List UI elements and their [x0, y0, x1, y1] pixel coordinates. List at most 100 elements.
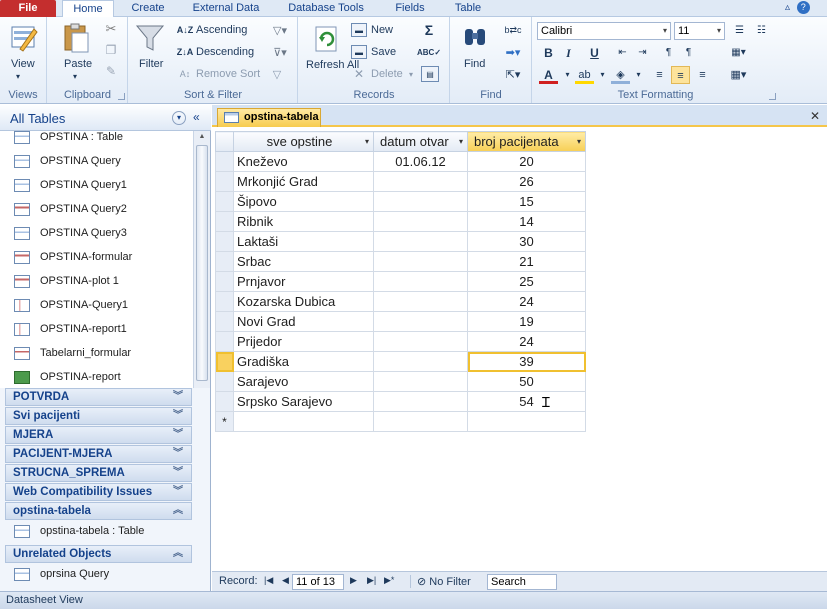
- delete-record-icon[interactable]: ✕: [351, 67, 367, 81]
- gridlines-icon[interactable]: ▦▾: [729, 44, 748, 62]
- row-selector[interactable]: [215, 251, 234, 272]
- cell-datum[interactable]: [373, 191, 468, 212]
- cell-datum[interactable]: [373, 351, 468, 372]
- tab-file[interactable]: File: [0, 0, 56, 17]
- new-record-marker[interactable]: *: [215, 411, 234, 432]
- totals-icon[interactable]: Σ: [421, 22, 437, 38]
- fill-color-dropdown[interactable]: ▾: [629, 66, 648, 84]
- cell-broj[interactable]: 19: [467, 311, 586, 332]
- cell-broj[interactable]: 15: [467, 191, 586, 212]
- rtl-icon[interactable]: ¶: [679, 44, 698, 62]
- table-row[interactable]: Prnjavor 25: [215, 271, 586, 292]
- cell-broj[interactable]: [467, 411, 586, 432]
- nav-item[interactable]: OPSTINA-report: [14, 367, 192, 388]
- cell-opstina[interactable]: Prijedor: [233, 331, 374, 352]
- cell-datum[interactable]: [373, 411, 468, 432]
- cell-datum[interactable]: [373, 231, 468, 252]
- select-icon[interactable]: ⇱▾: [501, 66, 525, 82]
- text-formatting-launcher-icon[interactable]: [769, 93, 776, 100]
- current-record-field[interactable]: 11 of 13: [292, 574, 344, 590]
- row-selector[interactable]: [215, 211, 234, 232]
- new-record-button[interactable]: New: [371, 24, 393, 36]
- table-row[interactable]: Mrkonjić Grad 26: [215, 171, 586, 192]
- spelling-icon[interactable]: ABC✓: [417, 44, 441, 60]
- nav-section-web-compatibility[interactable]: Web Compatibility Issues ︾: [5, 483, 192, 501]
- row-selector[interactable]: [215, 371, 234, 392]
- cell-datum[interactable]: [373, 311, 468, 332]
- tab-home[interactable]: Home: [62, 0, 114, 18]
- table-row[interactable]: Novi Grad 19: [215, 311, 586, 332]
- view-button[interactable]: View: [11, 58, 35, 70]
- column-header-sve-opstine[interactable]: sve opstine ▾: [233, 131, 374, 152]
- column-header-datum-otvar[interactable]: datum otvar ▾: [373, 131, 468, 152]
- row-selector[interactable]: [215, 151, 234, 172]
- table-row[interactable]: Kneževo 01.06.12 20: [215, 151, 586, 172]
- cell-broj[interactable]: 24: [467, 331, 586, 352]
- table-row[interactable]: Šipovo 15: [215, 191, 586, 212]
- column-dropdown-icon[interactable]: ▾: [365, 132, 369, 152]
- row-selector[interactable]: [215, 171, 234, 192]
- cell-datum[interactable]: [373, 391, 468, 412]
- replace-icon[interactable]: b⇄c: [501, 22, 525, 38]
- nav-item[interactable]: OPSTINA Query1: [14, 175, 192, 197]
- new-blank-record-icon[interactable]: ▶*: [384, 575, 394, 586]
- cell-opstina[interactable]: Laktaši: [233, 231, 374, 252]
- row-selector[interactable]: [215, 231, 234, 252]
- bold-button[interactable]: B: [539, 44, 558, 62]
- font-name-select[interactable]: Calibri ▾: [537, 22, 671, 40]
- help-icon[interactable]: ?: [796, 1, 810, 14]
- cell-broj[interactable]: 50: [467, 371, 586, 392]
- more-records-icon[interactable]: ▤: [421, 66, 439, 82]
- column-dropdown-icon[interactable]: ▾: [459, 132, 463, 152]
- minimize-ribbon-icon[interactable]: ▵: [785, 2, 790, 13]
- row-selector[interactable]: [215, 391, 234, 412]
- row-selector[interactable]: [215, 291, 234, 312]
- row-selector[interactable]: [215, 271, 234, 292]
- sort-descending-icon[interactable]: Z↓A: [177, 44, 194, 60]
- advanced-filter-icon[interactable]: ⊽▾: [269, 44, 291, 60]
- nav-item[interactable]: OPSTINA-report1: [14, 319, 192, 341]
- nav-item[interactable]: OPSTINA Query: [14, 151, 192, 173]
- cell-opstina[interactable]: Sarajevo: [233, 371, 374, 392]
- nav-item[interactable]: OPSTINA-plot 1: [14, 271, 192, 293]
- nav-item[interactable]: OPSTINA-Query1: [14, 295, 192, 317]
- cell-opstina[interactable]: [233, 411, 374, 432]
- remove-sort-icon[interactable]: A↕: [177, 66, 193, 82]
- new-record-row[interactable]: *: [215, 411, 586, 432]
- delete-record-button[interactable]: Delete: [371, 68, 403, 80]
- refresh-all-icon[interactable]: [313, 25, 339, 53]
- cell-opstina[interactable]: Kozarska Dubica: [233, 291, 374, 312]
- cell-opstina[interactable]: Prnjavor: [233, 271, 374, 292]
- align-right-icon[interactable]: ≡: [693, 66, 712, 84]
- numbering-icon[interactable]: ☷: [752, 22, 771, 40]
- indent-right-icon[interactable]: ⇥: [633, 44, 652, 62]
- cell-broj[interactable]: 30: [467, 231, 586, 252]
- bullets-icon[interactable]: ☰: [730, 22, 749, 40]
- table-row-current[interactable]: Gradiška 39: [215, 351, 586, 372]
- cell-opstina[interactable]: Srpsko Sarajevo: [233, 391, 374, 412]
- ltr-icon[interactable]: ¶: [659, 44, 678, 62]
- nav-section-svi-pacijenti[interactable]: Svi pacijenti ︾: [5, 407, 192, 425]
- nav-section-strucna-sprema[interactable]: STRUCNA_SPREMA ︾: [5, 464, 192, 482]
- previous-record-icon[interactable]: ◀: [282, 575, 289, 586]
- cell-broj[interactable]: 24: [467, 291, 586, 312]
- nav-item[interactable]: OPSTINA Query2: [14, 199, 192, 221]
- filter-status-button[interactable]: ⊘ No Filter: [410, 575, 480, 588]
- filter-button[interactable]: Filter: [139, 58, 163, 70]
- cell-opstina[interactable]: Srbac: [233, 251, 374, 272]
- document-tab-opstina-tabela[interactable]: opstina-tabela: [217, 108, 321, 127]
- cell-datum[interactable]: [373, 371, 468, 392]
- indent-left-icon[interactable]: ⇤: [613, 44, 632, 62]
- nav-item[interactable]: Tabelarni_formular: [14, 343, 192, 365]
- tab-fields[interactable]: Fields: [382, 0, 438, 17]
- nav-item-opstina-tabela[interactable]: opstina-tabela : Table: [14, 521, 144, 541]
- toggle-filter-icon[interactable]: ▽: [269, 66, 285, 82]
- nav-section-opstina-tabela[interactable]: opstina-tabela ︽: [5, 502, 192, 520]
- highlight-icon[interactable]: ab: [575, 66, 594, 84]
- column-header-broj-pacijenata[interactable]: broj pacijenata ▾: [467, 131, 586, 152]
- save-record-button[interactable]: Save: [371, 46, 396, 58]
- table-row[interactable]: Sarajevo 50: [215, 371, 586, 392]
- cell-broj[interactable]: 25: [467, 271, 586, 292]
- font-size-select[interactable]: 11 ▾: [674, 22, 725, 40]
- alternate-row-color-icon[interactable]: ▦▾: [729, 66, 748, 84]
